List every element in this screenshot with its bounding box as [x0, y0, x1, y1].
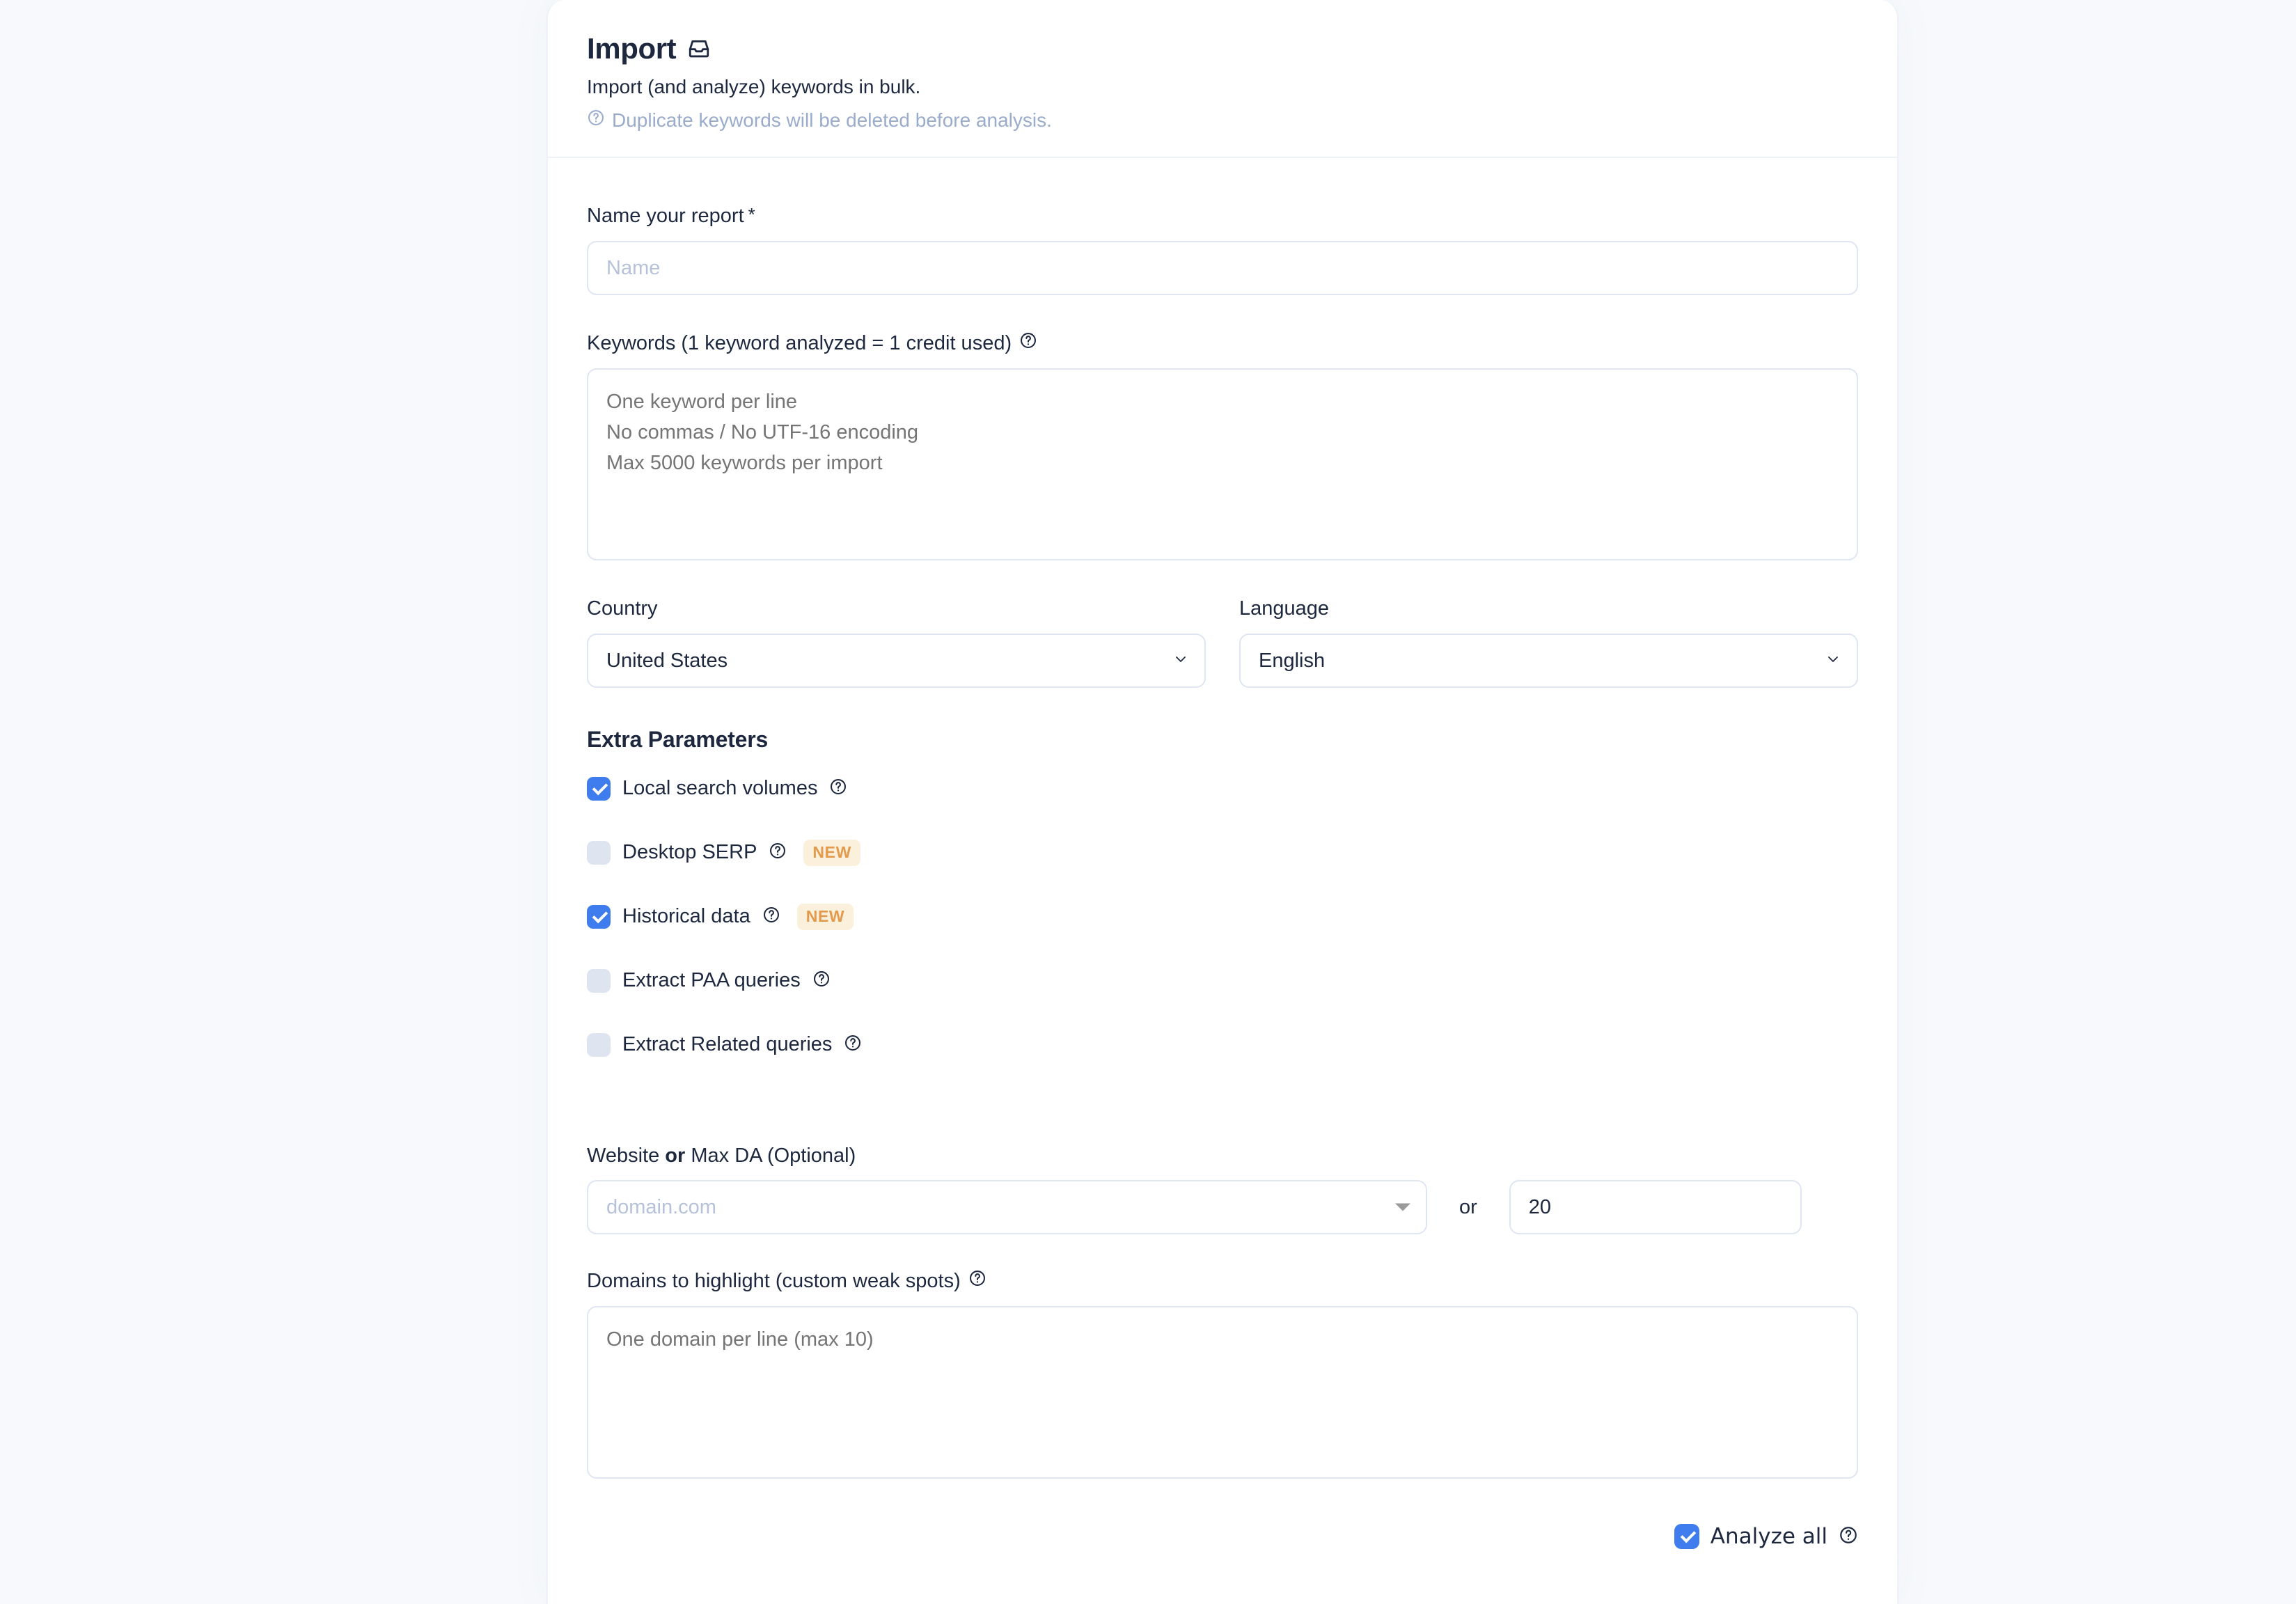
- inbox-icon: [687, 37, 711, 64]
- option-label: Desktop SERP: [622, 841, 757, 864]
- duplicate-keywords-note-text: Duplicate keywords will be deleted befor…: [612, 109, 1052, 131]
- country-select[interactable]: United States: [587, 633, 1206, 688]
- language-select-wrap: English: [1239, 633, 1858, 688]
- domains-to-highlight-label: Domains to highlight (custom weak spots): [587, 1269, 1858, 1294]
- max-da-wrap: [1509, 1180, 1802, 1235]
- checkbox-extract-related-queries[interactable]: [587, 1032, 611, 1057]
- checkbox-local-search-volumes[interactable]: [587, 776, 611, 801]
- duplicate-keywords-note: Duplicate keywords will be deleted befor…: [587, 109, 1858, 132]
- label-part-1: Website: [587, 1144, 666, 1167]
- website-or-max-da-label: Website or Max DA (Optional): [587, 1144, 1858, 1168]
- website-input[interactable]: [587, 1180, 1427, 1235]
- help-circle-icon[interactable]: [769, 842, 787, 863]
- report-name-label: Name your report *: [587, 204, 1858, 228]
- domains-to-highlight-field: Domains to highlight (custom weak spots): [587, 1269, 1858, 1479]
- checkbox-desktop-serp[interactable]: [587, 840, 611, 865]
- website-combobox[interactable]: [587, 1180, 1427, 1235]
- help-circle-icon[interactable]: [968, 1269, 986, 1294]
- max-da-input[interactable]: [1509, 1180, 1802, 1235]
- language-select[interactable]: English: [1239, 633, 1858, 688]
- help-circle-icon: [587, 109, 605, 132]
- country-field: Country United States: [587, 597, 1206, 688]
- help-circle-icon[interactable]: [812, 970, 831, 991]
- website-or-max-da-field: Website or Max DA (Optional) or: [587, 1144, 1858, 1235]
- option-row-extract-related-queries[interactable]: Extract Related queries: [587, 1028, 1858, 1062]
- keywords-textarea[interactable]: [587, 368, 1858, 560]
- analyze-all-row[interactable]: Analyze all: [587, 1523, 1858, 1550]
- domains-to-highlight-textarea[interactable]: [587, 1306, 1858, 1479]
- checkbox-extract-paa-queries[interactable]: [587, 968, 611, 993]
- option-row-historical-data[interactable]: Historical data NEW: [587, 900, 1858, 934]
- help-circle-icon[interactable]: [1019, 331, 1037, 356]
- keywords-label-text: Keywords (1 keyword analyzed = 1 credit …: [587, 332, 1012, 355]
- card-header: Import Import (and analyze) keywords in …: [548, 0, 1897, 159]
- report-name-field: Name your report *: [587, 204, 1858, 296]
- option-row-local-search-volumes[interactable]: Local search volumes: [587, 772, 1858, 805]
- domains-to-highlight-label-text: Domains to highlight (custom weak spots): [587, 1270, 961, 1293]
- required-marker: *: [748, 204, 755, 226]
- help-circle-icon[interactable]: [1839, 1525, 1858, 1548]
- website-row: or: [587, 1180, 1858, 1235]
- help-circle-icon[interactable]: [762, 906, 780, 927]
- or-separator: or: [1459, 1195, 1477, 1218]
- extra-parameters-title: Extra Parameters: [587, 726, 769, 752]
- checkbox-historical-data[interactable]: [587, 904, 611, 929]
- import-card: Import Import (and analyze) keywords in …: [547, 0, 1898, 1604]
- help-circle-icon[interactable]: [829, 778, 847, 799]
- card-title-row: Import: [587, 33, 1858, 64]
- card-subtitle: Import (and analyze) keywords in bulk.: [587, 76, 921, 98]
- checkbox-analyze-all[interactable]: [1674, 1524, 1699, 1550]
- status-badge-new: NEW: [796, 903, 854, 930]
- page-title: Import: [587, 32, 677, 65]
- status-badge-new: NEW: [803, 839, 860, 866]
- extra-parameters-list: Local search volumes Desktop SERP NEW Hi…: [587, 772, 1858, 1062]
- option-label: Historical data: [622, 905, 750, 928]
- option-row-extract-paa-queries[interactable]: Extract PAA queries: [587, 964, 1858, 998]
- language-label: Language: [1239, 597, 1330, 620]
- country-label: Country: [587, 597, 658, 620]
- help-circle-icon[interactable]: [844, 1034, 862, 1055]
- option-label: Local search volumes: [622, 777, 818, 800]
- keywords-label: Keywords (1 keyword analyzed = 1 credit …: [587, 331, 1858, 356]
- country-select-wrap: United States: [587, 633, 1206, 688]
- keywords-field: Keywords (1 keyword analyzed = 1 credit …: [587, 331, 1858, 560]
- label-or-bold: or: [665, 1144, 686, 1167]
- language-field: Language English: [1239, 597, 1858, 688]
- option-label: Extract PAA queries: [622, 969, 801, 992]
- option-label: Extract Related queries: [622, 1033, 833, 1056]
- analyze-all-label: Analyze all: [1710, 1523, 1827, 1549]
- locale-row: Country United States Language English: [587, 597, 1858, 688]
- report-name-label-text: Name your report: [587, 205, 744, 228]
- option-row-desktop-serp[interactable]: Desktop SERP NEW: [587, 836, 1858, 870]
- label-part-2: Max DA (Optional): [685, 1144, 856, 1167]
- card-body: Name your report * Keywords (1 keyword a…: [548, 158, 1897, 1550]
- report-name-input[interactable]: [587, 241, 1858, 296]
